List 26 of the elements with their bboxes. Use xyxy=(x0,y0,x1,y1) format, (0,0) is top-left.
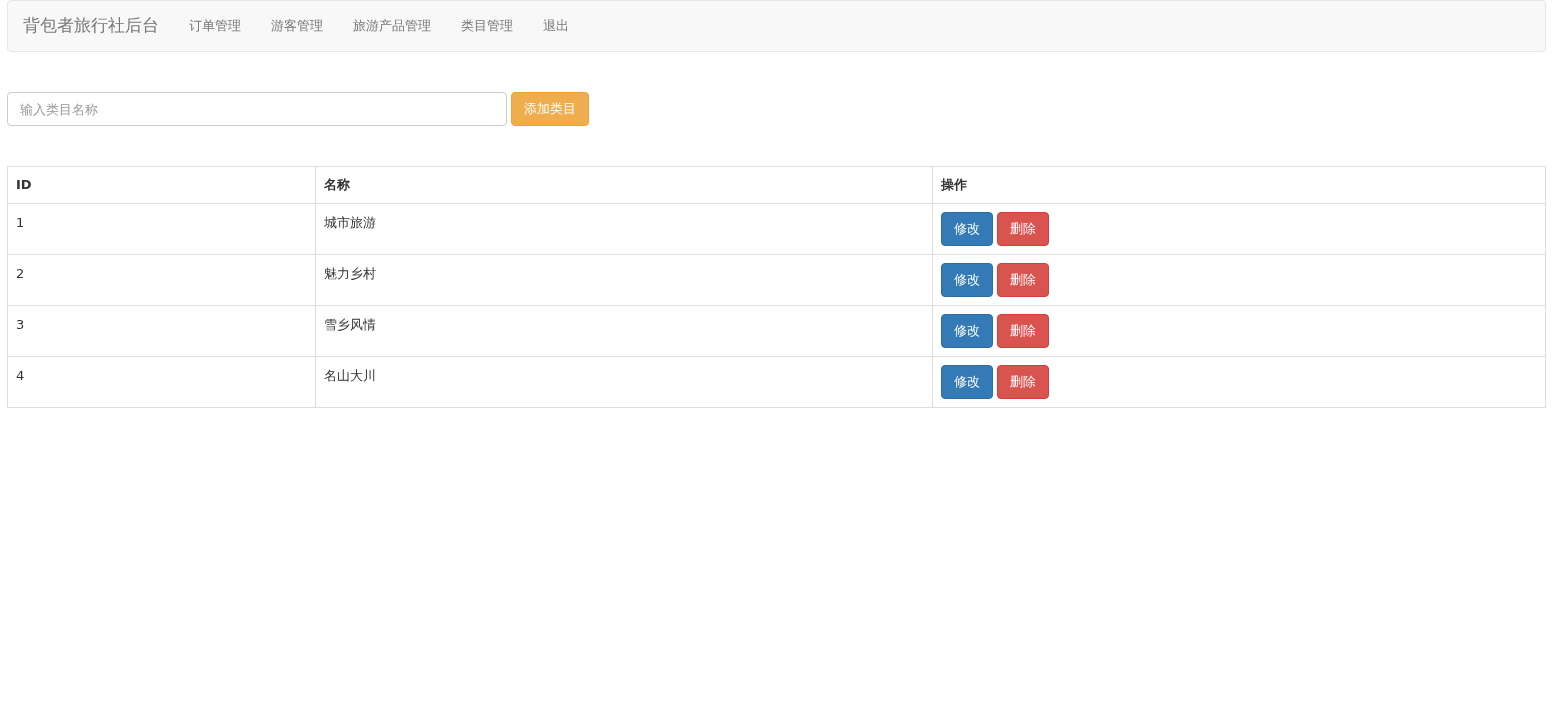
category-name-field[interactable]: 输入类目名称 xyxy=(7,92,507,126)
table-cell: 雪乡风情 xyxy=(315,305,933,357)
nav-link[interactable]: 旅游产品管理 xyxy=(338,16,446,36)
brand-link[interactable]: 背包者旅行社后台 xyxy=(23,13,159,39)
nav-link[interactable]: 游客管理 xyxy=(256,16,338,36)
delete-button[interactable]: 删除 xyxy=(997,212,1049,246)
table-cell: 名山大川 xyxy=(315,356,933,408)
delete-button[interactable]: 删除 xyxy=(997,365,1049,399)
edit-button[interactable]: 修改 xyxy=(941,365,993,399)
table-cell: 魅力乡村 xyxy=(315,254,933,306)
nav-link[interactable]: 退出 xyxy=(528,16,584,36)
table-cell: 1 xyxy=(7,203,316,255)
column-header: ID xyxy=(7,166,316,204)
delete-button[interactable]: 删除 xyxy=(997,263,1049,297)
table-cell: 2 xyxy=(7,254,316,306)
table-cell: 4 xyxy=(7,356,316,408)
table-cell: 3 xyxy=(7,305,316,357)
edit-button[interactable]: 修改 xyxy=(941,263,993,297)
delete-button[interactable]: 删除 xyxy=(997,314,1049,348)
nav-link[interactable]: 类目管理 xyxy=(446,16,528,36)
table-cell: 城市旅游 xyxy=(315,203,933,255)
edit-button[interactable]: 修改 xyxy=(941,314,993,348)
column-header: 名称 xyxy=(315,166,933,204)
nav-link[interactable]: 订单管理 xyxy=(174,16,256,36)
edit-button[interactable]: 修改 xyxy=(941,212,993,246)
column-header: 操作 xyxy=(932,166,1546,204)
